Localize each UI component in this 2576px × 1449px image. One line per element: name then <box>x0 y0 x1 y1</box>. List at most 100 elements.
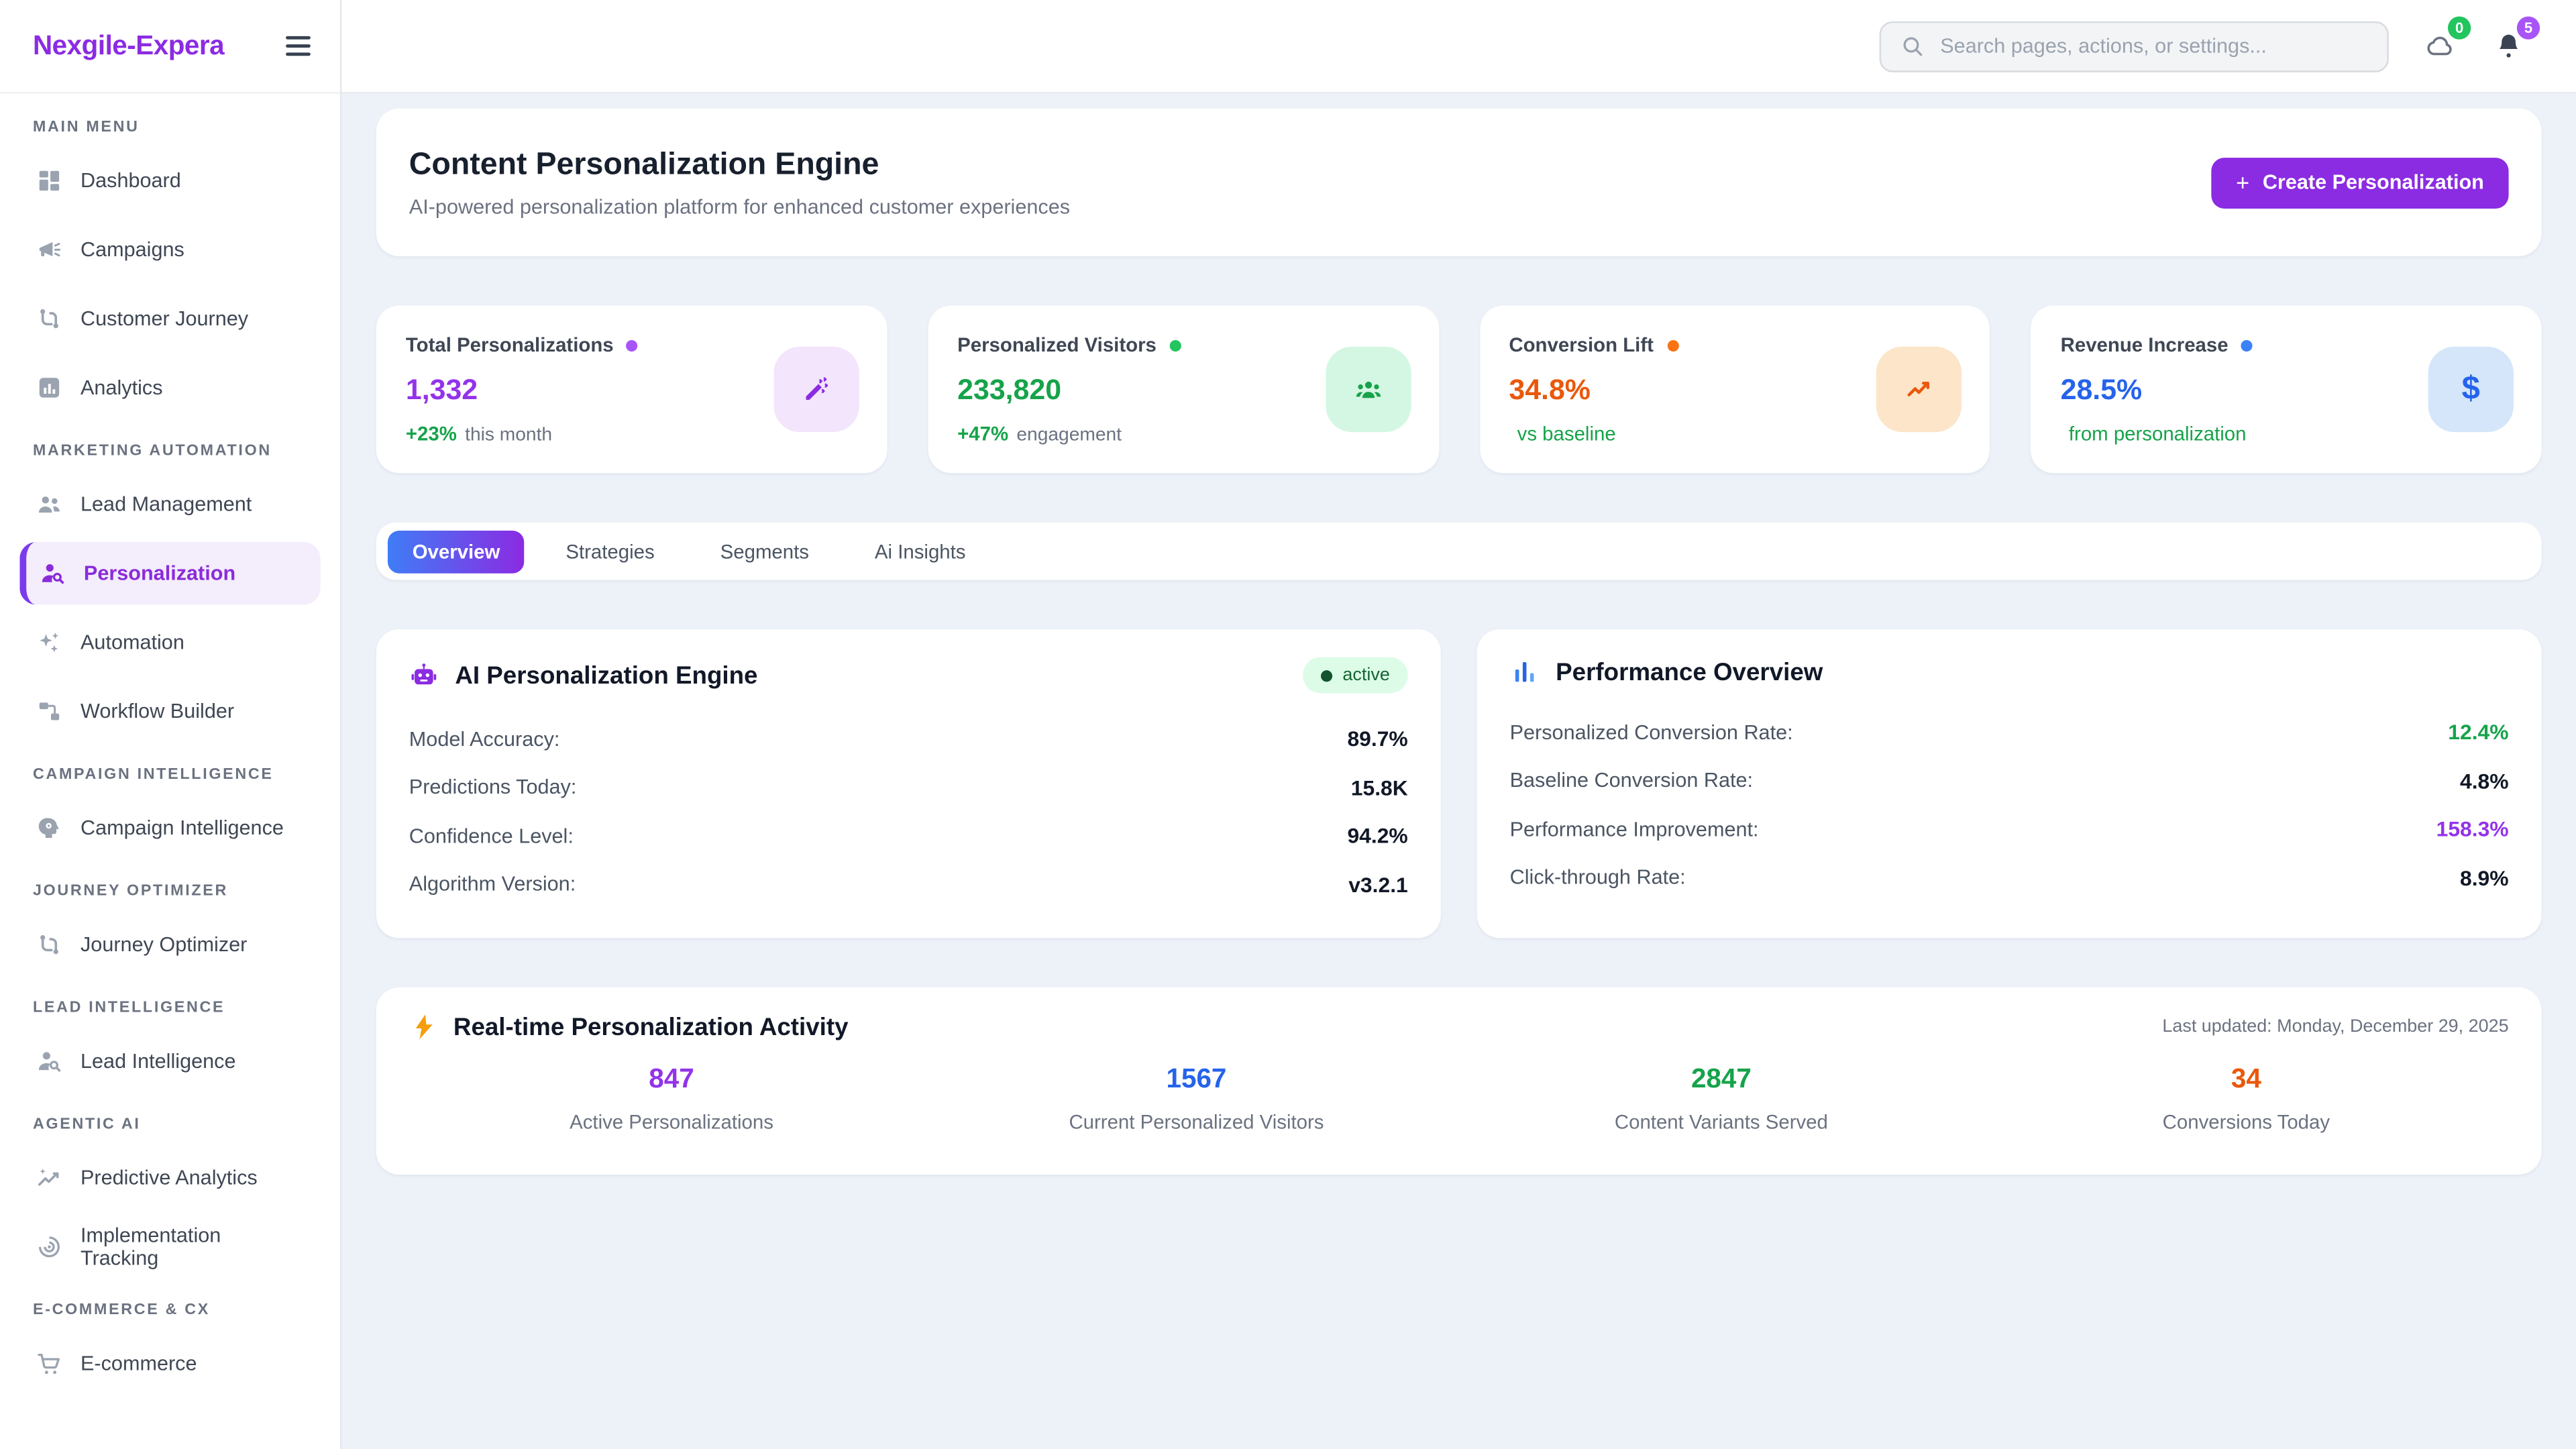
sidebar-item-label: Implementation Tracking <box>80 1224 304 1270</box>
sidebar-item-label: Customer Journey <box>80 307 248 330</box>
sidebar-item-ecommerce[interactable]: E-commerce <box>19 1332 320 1395</box>
ai-engine-panel: AI Personalization Engine active Model A… <box>376 629 1441 938</box>
realtime-value: 2847 <box>1459 1065 1984 1096</box>
sidebar-header: Nexgile-Expera <box>0 0 340 94</box>
bell-icon <box>2494 32 2524 61</box>
magic-wand-icon <box>801 374 830 404</box>
stats-row: Total Personalizations 1,332 +23%this mo… <box>376 306 2542 474</box>
sync-status-button[interactable]: 0 <box>2422 28 2458 64</box>
stat-card-personalized-visitors: Personalized Visitors 233,820 +47%engage… <box>928 306 1438 474</box>
page-content: Content Personalization Engine AI-powere… <box>341 94 2576 1449</box>
sidebar-item-lead-intelligence[interactable]: Lead Intelligence <box>19 1030 320 1093</box>
sidebar-item-personalization[interactable]: Personalization <box>19 542 320 604</box>
nav-section-lead-intelligence: LEAD INTELLIGENCE <box>33 999 307 1017</box>
sidebar-item-label: Lead Management <box>80 493 252 516</box>
user-search-icon <box>40 560 66 586</box>
sidebar-item-label: Campaigns <box>80 238 184 261</box>
sidebar-item-label: Personalization <box>84 562 235 585</box>
page-subtitle: AI-powered personalization platform for … <box>409 195 1070 217</box>
lightning-icon <box>409 1012 439 1042</box>
sidebar-item-automation[interactable]: Automation <box>19 611 320 674</box>
sidebar-item-lead-management[interactable]: Lead Management <box>19 473 320 535</box>
notifications-button[interactable]: 5 <box>2491 28 2527 64</box>
plus-icon: + <box>2236 169 2249 195</box>
megaphone-icon <box>36 237 62 263</box>
tabs-bar: Overview Strategies Segments Ai Insights <box>376 523 2542 580</box>
tab-strategies[interactable]: Strategies <box>541 530 680 573</box>
realtime-stat-conversions-today: 34 Conversions Today <box>1984 1065 2508 1134</box>
brand-logo: Nexgile-Expera <box>33 30 224 62</box>
page-title: Content Personalization Engine <box>409 147 1070 183</box>
nav-section-agentic-ai: AGENTIC AI <box>33 1116 307 1134</box>
dashboard-icon <box>36 168 62 194</box>
panel-rows: Personalized Conversion Rate:12.4% Basel… <box>1510 708 2509 902</box>
sidebar-item-journey-optimizer[interactable]: Journey Optimizer <box>19 914 320 976</box>
panel-header: AI Personalization Engine active <box>409 657 1408 694</box>
cloud-badge: 0 <box>2448 16 2471 39</box>
nav-section-campaign-intelligence: CAMPAIGN INTELLIGENCE <box>33 765 307 784</box>
bell-badge: 5 <box>2517 16 2540 39</box>
trending-up-icon <box>1904 374 1934 404</box>
search-icon <box>1899 33 1925 59</box>
stat-card-conversion-lift: Conversion Lift 34.8% vs baseline <box>1479 306 1990 474</box>
sidebar-item-label: Workflow Builder <box>80 700 234 722</box>
status-dot <box>1169 339 1181 351</box>
sidebar-item-campaign-intelligence[interactable]: Campaign Intelligence <box>19 797 320 859</box>
realtime-stat-active-personalizations: 847 Active Personalizations <box>409 1065 934 1134</box>
main-area: 0 5 Content Personalization Engine AI-po… <box>341 0 2576 1449</box>
tab-segments[interactable]: Segments <box>696 530 834 573</box>
sidebar: Nexgile-Expera MAIN MENU Dashboard Campa… <box>0 0 341 1449</box>
realtime-header: Real-time Personalization Activity Last … <box>409 1012 2509 1042</box>
sidebar-item-dashboard[interactable]: Dashboard <box>19 150 320 212</box>
sidebar-item-campaigns[interactable]: Campaigns <box>19 219 320 281</box>
workflow-icon <box>36 698 62 724</box>
metric-row: Predictions Today:15.8K <box>409 763 1408 812</box>
realtime-label: Content Variants Served <box>1459 1111 1984 1134</box>
sidebar-item-label: E-commerce <box>80 1352 197 1375</box>
user-search-icon <box>36 1048 62 1074</box>
sidebar-item-implementation-tracking[interactable]: Implementation Tracking <box>19 1216 320 1278</box>
panel-rows: Model Accuracy:89.7% Predictions Today:1… <box>409 714 1408 908</box>
metric-row: Personalized Conversion Rate:12.4% <box>1510 708 2509 757</box>
realtime-label: Current Personalized Visitors <box>934 1111 1458 1134</box>
stat-card-total-personalizations: Total Personalizations 1,332 +23%this mo… <box>376 306 887 474</box>
sidebar-item-label: Analytics <box>80 376 163 399</box>
tab-ai-insights[interactable]: Ai Insights <box>850 530 990 573</box>
panel-header: Performance Overview <box>1510 657 2509 687</box>
realtime-activity-card: Real-time Personalization Activity Last … <box>376 987 2542 1175</box>
app-root: Nexgile-Expera MAIN MENU Dashboard Campa… <box>0 0 2576 1449</box>
nav-section-main-menu: MAIN MENU <box>33 118 307 136</box>
realtime-value: 34 <box>1984 1065 2508 1096</box>
users-icon <box>36 491 62 517</box>
robot-icon <box>409 660 439 690</box>
realtime-value: 1567 <box>934 1065 1458 1096</box>
sidebar-item-predictive-analytics[interactable]: Predictive Analytics <box>19 1146 320 1209</box>
route-icon <box>36 932 62 958</box>
trend-sparkle-icon <box>36 1165 62 1191</box>
stat-card-revenue-increase: Revenue Increase 28.5% from personalizat… <box>2031 306 2542 474</box>
status-dot <box>1667 339 1678 351</box>
global-search[interactable] <box>1880 21 2389 72</box>
cloud-icon <box>2425 32 2455 61</box>
metric-row: Click-through Rate:8.9% <box>1510 853 2509 902</box>
realtime-label: Active Personalizations <box>409 1111 934 1134</box>
tab-overview[interactable]: Overview <box>388 530 525 573</box>
metric-row: Model Accuracy:89.7% <box>409 714 1408 763</box>
create-personalization-button[interactable]: + Create Personalization <box>2211 157 2508 208</box>
stat-icon-tile <box>773 347 859 432</box>
sidebar-item-label: Automation <box>80 631 184 653</box>
metric-row: Confidence Level:94.2% <box>409 812 1408 860</box>
sidebar-item-customer-journey[interactable]: Customer Journey <box>19 288 320 350</box>
realtime-stats: 847 Active Personalizations 1567 Current… <box>409 1065 2509 1134</box>
sidebar-item-label: Journey Optimizer <box>80 933 247 956</box>
sparkles-icon <box>36 629 62 655</box>
search-input[interactable] <box>1940 34 2369 57</box>
realtime-stat-content-variants: 2847 Content Variants Served <box>1459 1065 1984 1134</box>
stat-icon-tile <box>1325 347 1410 432</box>
cart-icon <box>36 1350 62 1377</box>
sidebar-item-analytics[interactable]: Analytics <box>19 356 320 419</box>
menu-toggle-icon[interactable] <box>286 30 311 62</box>
sidebar-item-workflow-builder[interactable]: Workflow Builder <box>19 680 320 743</box>
nav-section-marketing-automation: MARKETING AUTOMATION <box>33 442 307 460</box>
stat-icon-tile <box>1876 347 1962 432</box>
